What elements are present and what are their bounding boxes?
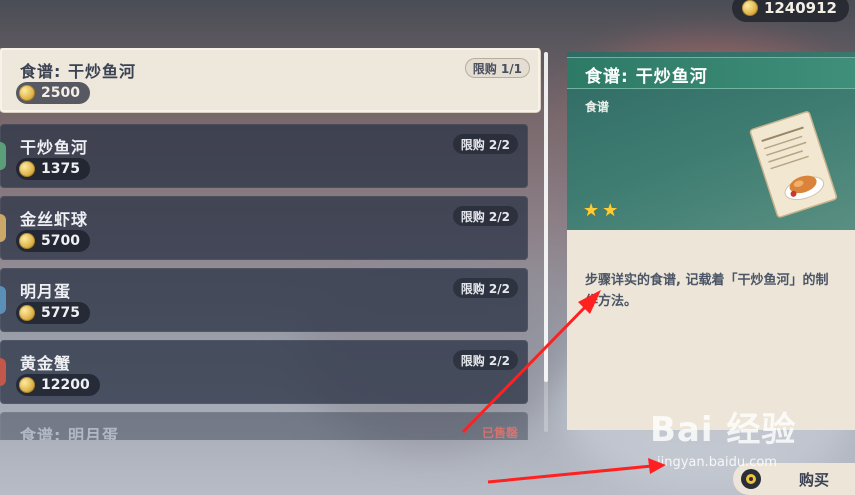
list-scrollbar-thumb[interactable] (544, 52, 548, 382)
star-icon: ★ (602, 200, 619, 221)
item-edge-icon (0, 142, 6, 170)
shop-item-recipe-fried-fish[interactable]: 食谱: 干炒鱼河 2500 限购 1/1 (0, 48, 540, 112)
shop-item-price: 2500 (16, 82, 90, 104)
mora-coin-icon (19, 377, 35, 393)
purchase-limit-badge: 限购 2/2 (452, 206, 518, 226)
mora-coin-icon (19, 305, 35, 321)
item-edge-icon (0, 358, 6, 386)
watermark-url: jingyan.baidu.com (657, 455, 777, 470)
purchase-limit-badge: 限购 2/2 (452, 134, 518, 154)
shop-item-price: 1375 (16, 158, 90, 180)
item-detail-panel: 食谱: 干炒鱼河 食谱 ★ ★ 步骤详实的食谱, 记载着「干炒鱼河」的制作方法。 (567, 52, 855, 430)
shop-item-price: 5775 (16, 302, 90, 324)
shop-item-fried-fish[interactable]: 干炒鱼河 1375 限购 2/2 (0, 124, 528, 188)
recipe-scroll-icon (749, 111, 838, 218)
shop-item-price: 5700 (16, 230, 90, 252)
detail-item-type: 食谱 (585, 100, 610, 114)
shop-item-name: 明月蛋 (20, 282, 72, 301)
shop-item-name: 金丝虾球 (20, 210, 89, 229)
mora-balance-value: 1240912 (763, 0, 837, 17)
price-value: 5700 (41, 233, 80, 249)
price-value: 12200 (41, 377, 90, 393)
shop-item-price: 12200 (16, 374, 100, 396)
mora-balance: 1240912 (731, 0, 849, 22)
price-value: 1375 (41, 161, 80, 177)
mora-coin-icon (19, 85, 35, 101)
price-value: 2500 (41, 85, 80, 101)
purchase-limit-badge: 限购 2/2 (452, 278, 518, 298)
top-bar: 1240912 (0, 0, 855, 40)
star-icon: ★ (583, 200, 600, 221)
mora-coin-icon (19, 233, 35, 249)
shop-item-name: 食谱: 明月蛋 (20, 426, 119, 440)
sold-out-label: 已售罄 (481, 426, 518, 440)
shop-item-list[interactable]: 食谱: 干炒鱼河 2500 限购 1/1 干炒鱼河 1375 限购 2/2 金丝… (0, 48, 545, 440)
detail-description: 步骤详实的食谱, 记载着「干炒鱼河」的制作方法。 (585, 273, 829, 309)
price-value: 5775 (41, 305, 80, 321)
mora-coin-icon (741, 0, 758, 16)
detail-title-bar: 食谱: 干炒鱼河 (567, 57, 855, 89)
shop-item-name: 黄金蟹 (20, 354, 72, 373)
controller-button-icon (741, 469, 761, 489)
buy-button-label: 购买 (799, 470, 830, 489)
shop-item-golden-crab[interactable]: 黄金蟹 12200 限购 2/2 (0, 340, 528, 404)
purchase-limit-badge: 限购 1/1 (464, 58, 530, 78)
rarity-stars: ★ ★ (583, 202, 618, 220)
item-edge-icon (0, 214, 6, 242)
mora-coin-icon (19, 161, 35, 177)
item-edge-icon (0, 286, 6, 314)
watermark-brand: Bai 经验 (650, 410, 797, 450)
shop-item-name: 干炒鱼河 (20, 138, 89, 157)
shop-item-shrimp-ball[interactable]: 金丝虾球 5700 限购 2/2 (0, 196, 528, 260)
purchase-limit-badge: 限购 2/2 (452, 350, 518, 370)
shop-item-recipe-moon-egg[interactable]: 食谱: 明月蛋 已售罄 (0, 412, 528, 440)
shop-item-name: 食谱: 干炒鱼河 (20, 62, 136, 81)
shop-item-moon-egg[interactable]: 明月蛋 5775 限购 2/2 (0, 268, 528, 332)
detail-title: 食谱: 干炒鱼河 (585, 67, 708, 87)
detail-header: 食谱: 干炒鱼河 食谱 ★ ★ (567, 52, 855, 230)
